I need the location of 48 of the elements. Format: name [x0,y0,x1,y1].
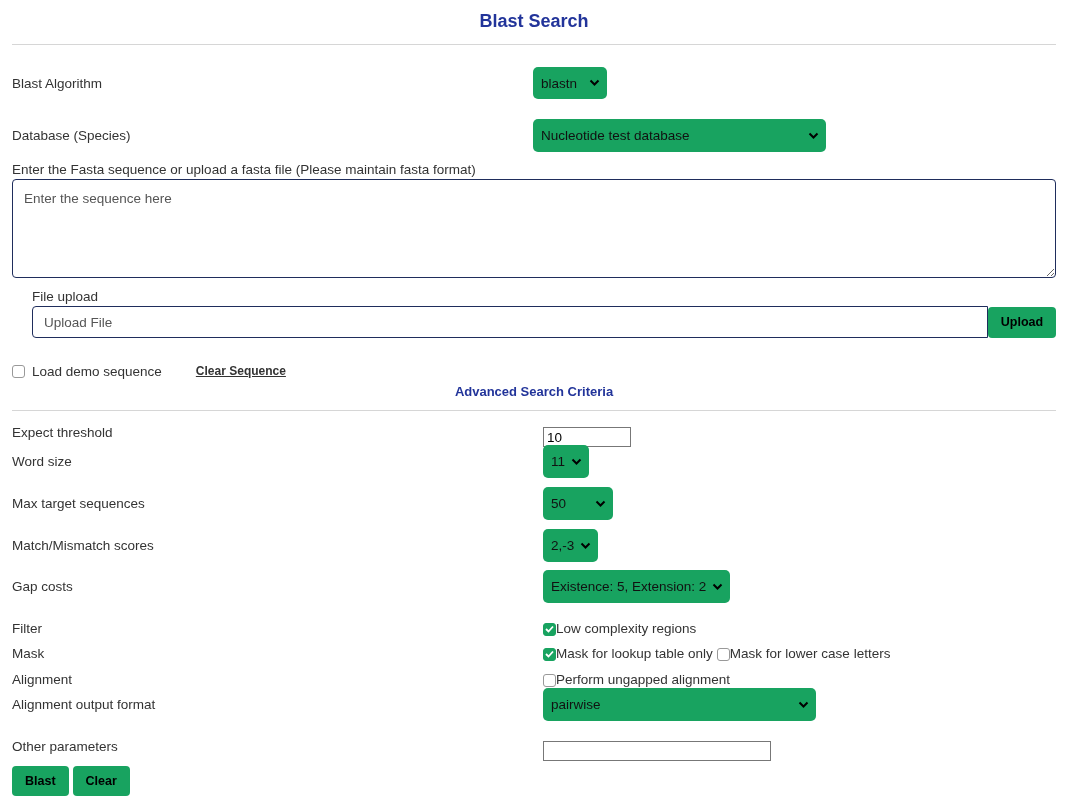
file-input[interactable]: Upload File [32,306,988,338]
field-label: Mask [12,645,46,663]
clear-sequence-link[interactable]: Clear Sequence [195,364,286,380]
checkbox-label: Perform ungapped alignment [556,671,731,689]
chevron-down-icon [595,499,606,508]
checkbox-label: Mask for lookup table only [556,645,713,663]
action-button[interactable]: Clear [72,766,130,796]
field-label: Gap costs [12,578,74,596]
text-field[interactable] [543,741,771,761]
checkbox[interactable] [716,647,730,661]
field-label: Expect threshold [12,424,114,442]
field-label: Word size [12,453,73,471]
field-label: Blast Algorithm [12,75,104,93]
chevron-down-icon [580,541,591,550]
section-title: Advanced Search Criteria [453,384,615,399]
upload-button[interactable]: Upload [988,306,1056,338]
action-button[interactable]: Blast [12,766,69,796]
checkbox-label: Load demo sequence [32,363,162,379]
chevron-down-icon [808,131,819,140]
chevron-down-icon [571,457,582,466]
checkbox[interactable] [543,647,556,661]
field-label: Filter [12,620,43,638]
chevron-down-icon [589,79,600,87]
chevron-down-icon [712,582,723,591]
field-label: Alignment output format [12,696,157,714]
dropdown[interactable]: 50 [543,487,613,520]
dropdown[interactable]: pairwise [543,688,816,721]
page-title: Blast Search [478,10,590,32]
dropdown[interactable]: blastn [533,67,607,99]
sequence-textarea[interactable]: Enter the sequence here [12,179,1056,278]
checkbox-label: Low complexity regions [556,620,697,638]
checkbox[interactable] [543,622,556,636]
dropdown[interactable]: 2,-3 [543,529,598,562]
checkbox[interactable] [543,673,556,687]
field-label: Match/Mismatch scores [12,537,155,555]
field-label: Database (Species) [12,127,132,145]
dropdown[interactable]: Nucleotide test database [533,119,826,152]
chevron-down-icon [798,700,809,709]
checkbox[interactable] [12,364,25,378]
field-label: Alignment [12,671,74,689]
field-label: Other parameters [12,738,119,756]
text-field[interactable]: 10 [543,427,631,447]
dropdown[interactable]: 11 [543,445,589,478]
checkbox-label: Mask for lower case letters [729,645,891,663]
field-label: File upload [32,288,100,306]
field-label: Enter the Fasta sequence or upload a fasta file (Please maintain fasta format) [12,161,477,179]
dropdown[interactable]: Existence: 5, Extension: 2 [543,570,730,603]
field-label: Max target sequences [12,495,146,513]
